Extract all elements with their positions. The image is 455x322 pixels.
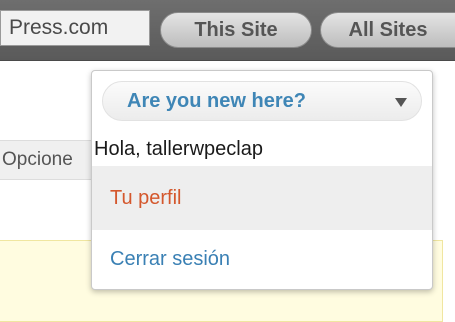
account-dropdown: Are you new here? Hola, tallerwpeclap Tu… (91, 70, 433, 290)
chevron-down-icon (395, 98, 407, 107)
search-input[interactable]: Press.com (0, 10, 150, 46)
options-tab[interactable]: Opcione (0, 140, 100, 180)
dropdown-header-button[interactable]: Are you new here? (102, 81, 422, 121)
dropdown-title: Are you new here? (127, 90, 306, 112)
all-sites-button[interactable]: All Sites (320, 12, 455, 48)
logout-link[interactable]: Cerrar sesión (92, 230, 432, 288)
greeting-text: Hola, tallerwpeclap (94, 138, 263, 160)
this-site-button[interactable]: This Site (160, 12, 312, 48)
profile-link[interactable]: Tu perfil (92, 166, 432, 230)
admin-bar: Press.com This Site All Sites (0, 0, 455, 61)
